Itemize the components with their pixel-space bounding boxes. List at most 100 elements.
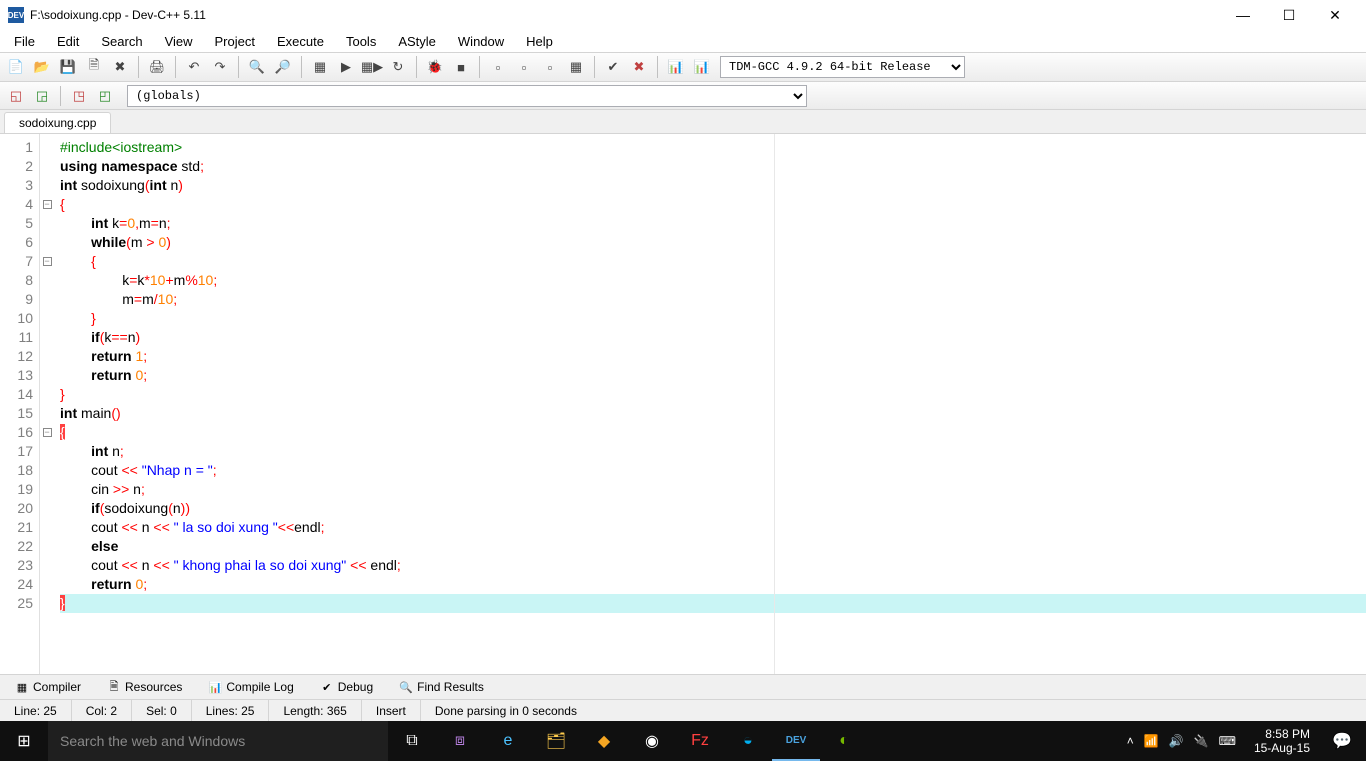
output-tab-compile-log[interactable]: 📊Compile Log [197, 676, 304, 698]
menu-file[interactable]: File [4, 32, 45, 51]
taskbar: ⊞ Search the web and Windows ⧉ ⧈ e 🗂 ◆ ◉… [0, 721, 1366, 761]
app-icon: DEV [8, 7, 24, 23]
taskbar-app-pes[interactable]: ◆ [580, 721, 628, 761]
tray-volume-icon[interactable]: 🔊 [1169, 734, 1184, 748]
save-button[interactable]: 💾 [56, 55, 80, 79]
menu-edit[interactable]: Edit [47, 32, 89, 51]
status-mode: Insert [362, 700, 421, 721]
separator [594, 56, 595, 78]
cancel-button[interactable]: ✖ [627, 55, 651, 79]
status-line: Line: 25 [0, 700, 72, 721]
profile-button[interactable]: 📊 [664, 55, 688, 79]
close-button[interactable]: ✕ [1312, 0, 1358, 30]
menubar: FileEditSearchViewProjectExecuteToolsASt… [0, 30, 1366, 52]
goto-button[interactable]: ◱ [4, 84, 28, 108]
separator [138, 56, 139, 78]
start-button[interactable]: ⊞ [0, 721, 48, 761]
compile-button[interactable]: ▦ [308, 55, 332, 79]
menu-window[interactable]: Window [448, 32, 514, 51]
output-tab-find-results[interactable]: 🔍Find Results [388, 676, 495, 698]
taskbar-app-filezilla[interactable]: Fz [676, 721, 724, 761]
taskbar-app-chrome[interactable]: ◉ [628, 721, 676, 761]
separator [60, 86, 61, 106]
menu-view[interactable]: View [155, 32, 203, 51]
close-file-button[interactable]: ✖ [108, 55, 132, 79]
status-col: Col: 2 [72, 700, 132, 721]
clock-date: 15-Aug-15 [1254, 741, 1310, 755]
editor-tab[interactable]: sodoixung.cpp [4, 112, 111, 133]
fold-column[interactable]: −−− [40, 134, 54, 674]
output-tab-debug[interactable]: ✔Debug [309, 676, 384, 698]
tray-power-icon[interactable]: 🔌 [1194, 734, 1209, 748]
menu-tools[interactable]: Tools [336, 32, 386, 51]
toolbar-secondary: ◱ ◲ ◳ ◰ (globals) [0, 82, 1366, 110]
taskbar-app-explorer[interactable]: 🗂 [532, 721, 580, 761]
task-view-button[interactable]: ⧉ [388, 721, 436, 761]
output-tabbar: ▦Compiler🗎Resources📊Compile Log✔Debug🔍Fi… [0, 674, 1366, 699]
separator [175, 56, 176, 78]
project-grid-button[interactable]: ▦ [564, 55, 588, 79]
line-number-gutter: 1234567891011121314151617181920212223242… [0, 134, 40, 674]
taskbar-app-vs[interactable]: ⧈ [436, 721, 484, 761]
new-file-button[interactable]: 📄 [4, 55, 28, 79]
menu-search[interactable]: Search [91, 32, 152, 51]
menu-help[interactable]: Help [516, 32, 563, 51]
output-tab-resources[interactable]: 🗎Resources [96, 676, 193, 698]
status-length: Length: 365 [269, 700, 361, 721]
undo-button[interactable]: ↶ [182, 55, 206, 79]
editor[interactable]: 1234567891011121314151617181920212223242… [0, 134, 1366, 674]
menu-execute[interactable]: Execute [267, 32, 334, 51]
compiler-select[interactable]: TDM-GCC 4.9.2 64-bit Release [720, 56, 965, 78]
taskbar-search[interactable]: Search the web and Windows [48, 721, 388, 761]
menu-project[interactable]: Project [205, 32, 265, 51]
status-message: Done parsing in 0 seconds [421, 700, 1366, 721]
status-sel: Sel: 0 [132, 700, 192, 721]
taskbar-app-edge[interactable]: e [484, 721, 532, 761]
run-button[interactable]: ▶ [334, 55, 358, 79]
separator [238, 56, 239, 78]
replace-button[interactable]: 🔎 [271, 55, 295, 79]
status-lines: Lines: 25 [192, 700, 270, 721]
maximize-button[interactable]: ☐ [1266, 0, 1312, 30]
rebuild-button[interactable]: ↻ [386, 55, 410, 79]
minimize-button[interactable]: — [1220, 0, 1266, 30]
separator [301, 56, 302, 78]
output-tab-compiler[interactable]: ▦Compiler [4, 676, 92, 698]
redo-button[interactable]: ↷ [208, 55, 232, 79]
tray-chevron-icon[interactable]: ˄ [1127, 734, 1134, 748]
new-project-button[interactable]: ▫ [486, 55, 510, 79]
tray-keyboard-icon[interactable]: ⌨ [1219, 734, 1236, 748]
print-button[interactable]: 🖨 [145, 55, 169, 79]
delete-profile-button[interactable]: 📊 [690, 55, 714, 79]
bookmark-button[interactable]: ◲ [30, 84, 54, 108]
taskbar-app-utorrent[interactable]: ◐ [820, 721, 868, 761]
statusbar: Line: 25 Col: 2 Sel: 0 Lines: 25 Length:… [0, 699, 1366, 721]
separator [479, 56, 480, 78]
separator [416, 56, 417, 78]
action-center-button[interactable]: 💬 [1318, 721, 1366, 761]
taskbar-app-skype[interactable]: ◒ [724, 721, 772, 761]
system-tray[interactable]: ˄ 📶 🔊 🔌 ⌨ [1117, 734, 1246, 748]
menu-astyle[interactable]: AStyle [388, 32, 446, 51]
save-all-button[interactable]: 🗎 [82, 55, 106, 79]
debug-button[interactable]: 🐞 [423, 55, 447, 79]
clear-bookmarks-button[interactable]: ◰ [93, 84, 117, 108]
open-file-button[interactable]: 📂 [30, 55, 54, 79]
open-project-button[interactable]: ▫ [512, 55, 536, 79]
editor-tabbar: sodoixung.cpp [0, 110, 1366, 134]
code-area[interactable]: #include<iostream>using namespace std;in… [54, 134, 1366, 674]
taskbar-clock[interactable]: 8:58 PM 15-Aug-15 [1246, 727, 1318, 755]
window-title: F:\sodoixung.cpp - Dev-C++ 5.11 [30, 8, 1220, 22]
check-button[interactable]: ✔ [601, 55, 625, 79]
taskbar-app-devcpp[interactable]: DEV [772, 721, 820, 761]
compile-run-button[interactable]: ▦▶ [360, 55, 384, 79]
vertical-guide [774, 134, 775, 674]
tray-network-icon[interactable]: 📶 [1144, 734, 1159, 748]
scope-select[interactable]: (globals) [127, 85, 807, 107]
find-button[interactable]: 🔍 [245, 55, 269, 79]
titlebar: DEV F:\sodoixung.cpp - Dev-C++ 5.11 — ☐ … [0, 0, 1366, 30]
stop-button[interactable]: ■ [449, 55, 473, 79]
separator [657, 56, 658, 78]
project-options-button[interactable]: ▫ [538, 55, 562, 79]
goto-bookmark-button[interactable]: ◳ [67, 84, 91, 108]
